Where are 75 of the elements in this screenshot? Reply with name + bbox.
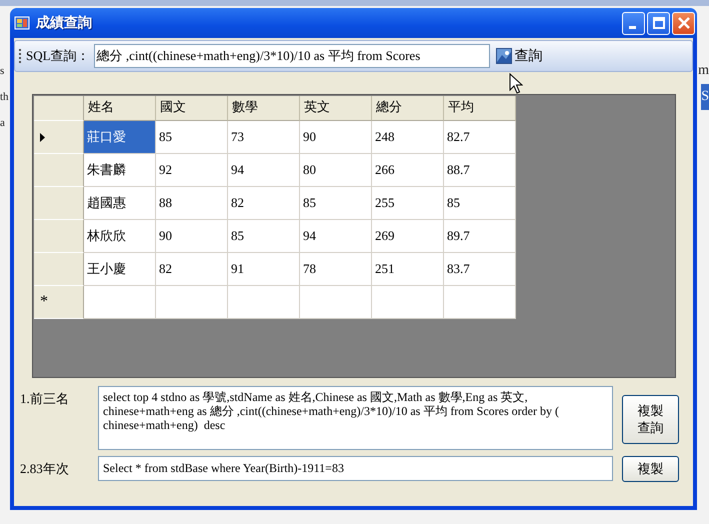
table-cell[interactable] xyxy=(228,286,300,319)
table-cell[interactable]: 90 xyxy=(156,220,228,253)
table-cell[interactable]: 林欣欣 xyxy=(84,220,156,253)
table-cell[interactable]: 89.7 xyxy=(444,220,516,253)
column-header[interactable]: 平均 xyxy=(444,96,516,121)
window-title: 成績查詢 xyxy=(36,14,93,32)
table-cell[interactable]: 莊口愛 xyxy=(84,121,156,154)
table-cell[interactable]: 266 xyxy=(372,154,444,187)
table-cell[interactable]: 88.7 xyxy=(444,154,516,187)
background-text: m xyxy=(698,62,709,80)
column-header[interactable]: 數學 xyxy=(228,96,300,121)
sql-query-label: SQL查詢： xyxy=(26,47,90,65)
table-cell[interactable]: 251 xyxy=(372,253,444,286)
column-header[interactable]: 英文 xyxy=(300,96,372,121)
column-header[interactable]: 國文 xyxy=(156,96,228,121)
table-cell[interactable]: 94 xyxy=(228,154,300,187)
background-text: S xyxy=(701,84,709,110)
table-cell[interactable]: 92 xyxy=(156,154,228,187)
row-header[interactable] xyxy=(34,121,84,154)
table-cell[interactable]: 85 xyxy=(156,121,228,154)
table-cell[interactable] xyxy=(372,286,444,319)
table-cell[interactable]: 80 xyxy=(300,154,372,187)
table-cell[interactable]: 248 xyxy=(372,121,444,154)
table-cell[interactable]: 85 xyxy=(444,187,516,220)
row-header xyxy=(34,96,84,121)
table-cell[interactable]: 82 xyxy=(156,253,228,286)
query-label: 2.83年次 xyxy=(20,460,70,478)
mouse-pointer-icon xyxy=(509,73,523,95)
query-label: 1.前三名 xyxy=(20,390,70,408)
row-header[interactable] xyxy=(34,154,84,187)
row-header[interactable] xyxy=(34,253,84,286)
column-header[interactable]: 總分 xyxy=(372,96,444,121)
maximize-icon xyxy=(652,16,666,30)
table-cell[interactable]: 趙國惠 xyxy=(84,187,156,220)
app-icon xyxy=(14,15,30,31)
column-header[interactable]: 姓名 xyxy=(84,96,156,121)
table-cell[interactable] xyxy=(444,286,516,319)
table-cell[interactable]: 255 xyxy=(372,187,444,220)
table-cell[interactable]: 88 xyxy=(156,187,228,220)
table-cell[interactable]: 82 xyxy=(228,187,300,220)
table-cell[interactable]: 朱書麟 xyxy=(84,154,156,187)
copy-button[interactable]: 複製查詢 xyxy=(622,395,679,444)
background-text: s xyxy=(0,64,6,79)
minimize-icon xyxy=(628,26,636,28)
row-header[interactable]: * xyxy=(34,286,84,319)
copy-button[interactable]: 複製 xyxy=(622,456,679,482)
toolbar-grip-icon xyxy=(19,48,22,64)
table-cell[interactable]: 83.7 xyxy=(444,253,516,286)
table-cell[interactable]: 73 xyxy=(228,121,300,154)
sql-text-field[interactable]: Select * from stdBase where Year(Birth)-1911=83 xyxy=(98,456,613,481)
close-button[interactable] xyxy=(672,12,695,34)
table-cell[interactable] xyxy=(300,286,372,319)
row-header[interactable] xyxy=(34,187,84,220)
table-cell[interactable]: 269 xyxy=(372,220,444,253)
table-cell[interactable]: 78 xyxy=(300,253,372,286)
row-header[interactable] xyxy=(34,220,84,253)
table-cell[interactable]: 85 xyxy=(300,187,372,220)
table-cell[interactable] xyxy=(84,286,156,319)
query-button[interactable]: 查詢 xyxy=(494,47,545,65)
table-cell[interactable]: 91 xyxy=(228,253,300,286)
image-icon xyxy=(496,48,512,64)
sql-text-area[interactable]: select top 4 stdno as 學號,stdName as 姓名,Chinese as 國文,Math as 數學,Eng as 英文, chinese+math+eng as 總分 ,cint((chinese+math+eng)/3*10)/10 as 平均 from Scores order by ( chinese+math+eng) desc xyxy=(98,386,613,450)
background-text: th xyxy=(0,90,10,105)
table-cell[interactable]: 85 xyxy=(228,220,300,253)
minimize-button[interactable] xyxy=(622,12,645,34)
sql-query-field[interactable]: 總分 ,cint((chinese+math+eng)/3*10)/10 as 平均 from Scores xyxy=(94,44,490,68)
table-cell[interactable]: 王小慶 xyxy=(84,253,156,286)
table-cell[interactable]: 82.7 xyxy=(444,121,516,154)
table-cell[interactable]: 94 xyxy=(300,220,372,253)
new-row-mark: * xyxy=(40,293,48,311)
table-cell[interactable]: 90 xyxy=(300,121,372,154)
background-text: a xyxy=(0,116,6,131)
table-cell[interactable] xyxy=(156,286,228,319)
maximize-button[interactable] xyxy=(647,12,670,34)
close-icon xyxy=(676,16,690,30)
